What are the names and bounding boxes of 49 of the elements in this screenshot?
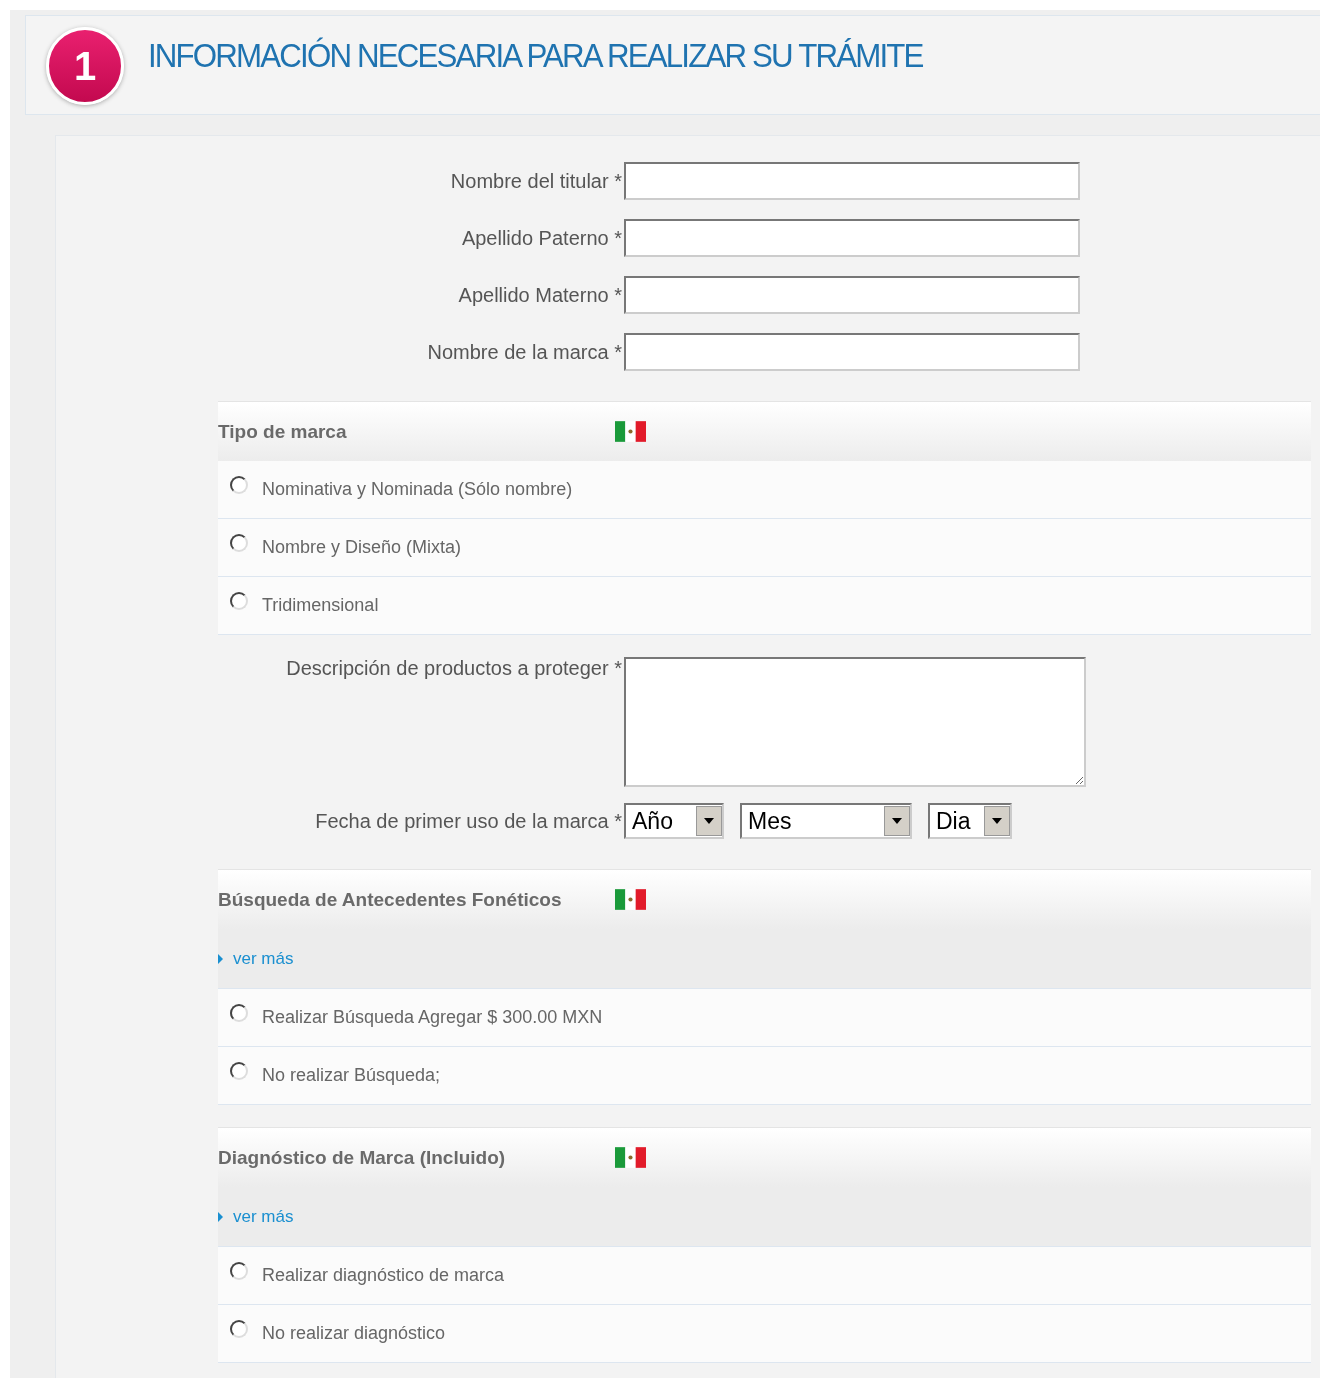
section-title: Diagnóstico de Marca (Incluido) bbox=[218, 1146, 507, 1169]
caret-icon bbox=[704, 818, 714, 824]
option-row[interactable]: Nominativa y Nominada (Sólo nombre) bbox=[218, 461, 1311, 519]
dropdown[interactable]: Dia bbox=[928, 803, 1012, 839]
option-row[interactable]: No realizar diagnóstico bbox=[218, 1305, 1311, 1363]
radio-button[interactable] bbox=[230, 475, 248, 494]
dropdown[interactable]: Año bbox=[624, 803, 724, 839]
field-label: Apellido Materno * bbox=[457, 283, 623, 307]
field-label: Fecha de primer uso de la marca * bbox=[314, 809, 623, 833]
input-field[interactable] bbox=[624, 162, 1080, 200]
flag-icon bbox=[615, 889, 646, 910]
field-label: Descripción de productos a proteger * bbox=[285, 657, 623, 680]
dropdown[interactable]: Mes bbox=[740, 803, 912, 839]
caret-icon bbox=[992, 818, 1002, 824]
section-heading: INFORMACIÓN NECESARIA PARA REALIZAR SU TRÁMITE bbox=[148, 35, 923, 75]
option-label: Nombre y Diseño (Mixta) bbox=[262, 537, 462, 558]
option-row[interactable]: Nombre y Diseño (Mixta) bbox=[218, 519, 1311, 577]
step-number: 1 bbox=[46, 27, 124, 105]
triangle-icon bbox=[218, 1210, 223, 1223]
field-label: Apellido Paterno * bbox=[460, 226, 623, 250]
input-field[interactable] bbox=[624, 276, 1080, 314]
section-title: Tipo de marca bbox=[218, 420, 348, 443]
more-link[interactable]: ver más bbox=[233, 1206, 294, 1227]
option-row[interactable]: Realizar Búsqueda Agregar $ 300.00 MXN bbox=[218, 989, 1311, 1047]
option-label: No realizar diagnóstico bbox=[262, 1323, 446, 1344]
option-label: Realizar Búsqueda Agregar $ 300.00 MXN bbox=[262, 1007, 603, 1028]
option-label: Tridimensional bbox=[262, 595, 379, 616]
field-label: Nombre del titular * bbox=[449, 169, 623, 193]
option-label: Nominativa y Nominada (Sólo nombre) bbox=[262, 479, 573, 500]
option-label: No realizar Búsqueda; bbox=[262, 1065, 441, 1086]
input-field[interactable] bbox=[624, 333, 1080, 371]
option-row[interactable]: Realizar diagnóstico de marca bbox=[218, 1247, 1311, 1305]
flag-icon bbox=[615, 1147, 646, 1168]
radio-button[interactable] bbox=[230, 1061, 248, 1080]
radio-button[interactable] bbox=[230, 1261, 248, 1280]
radio-button[interactable] bbox=[230, 591, 248, 610]
radio-button[interactable] bbox=[230, 533, 248, 552]
option-label: Realizar diagnóstico de marca bbox=[262, 1265, 505, 1286]
section-title: Búsqueda de Antecedentes Fonéticos bbox=[218, 888, 563, 911]
option-row[interactable]: Tridimensional bbox=[218, 577, 1311, 635]
caret-icon bbox=[892, 818, 902, 824]
field-label: Nombre de la marca * bbox=[426, 340, 623, 364]
more-link[interactable]: ver más bbox=[233, 948, 294, 969]
input-field[interactable] bbox=[624, 219, 1080, 257]
radio-button[interactable] bbox=[230, 1319, 248, 1338]
flag-icon bbox=[615, 421, 646, 442]
option-row[interactable]: No realizar Búsqueda; bbox=[218, 1047, 1311, 1105]
triangle-icon bbox=[218, 952, 223, 965]
radio-button[interactable] bbox=[230, 1003, 248, 1022]
